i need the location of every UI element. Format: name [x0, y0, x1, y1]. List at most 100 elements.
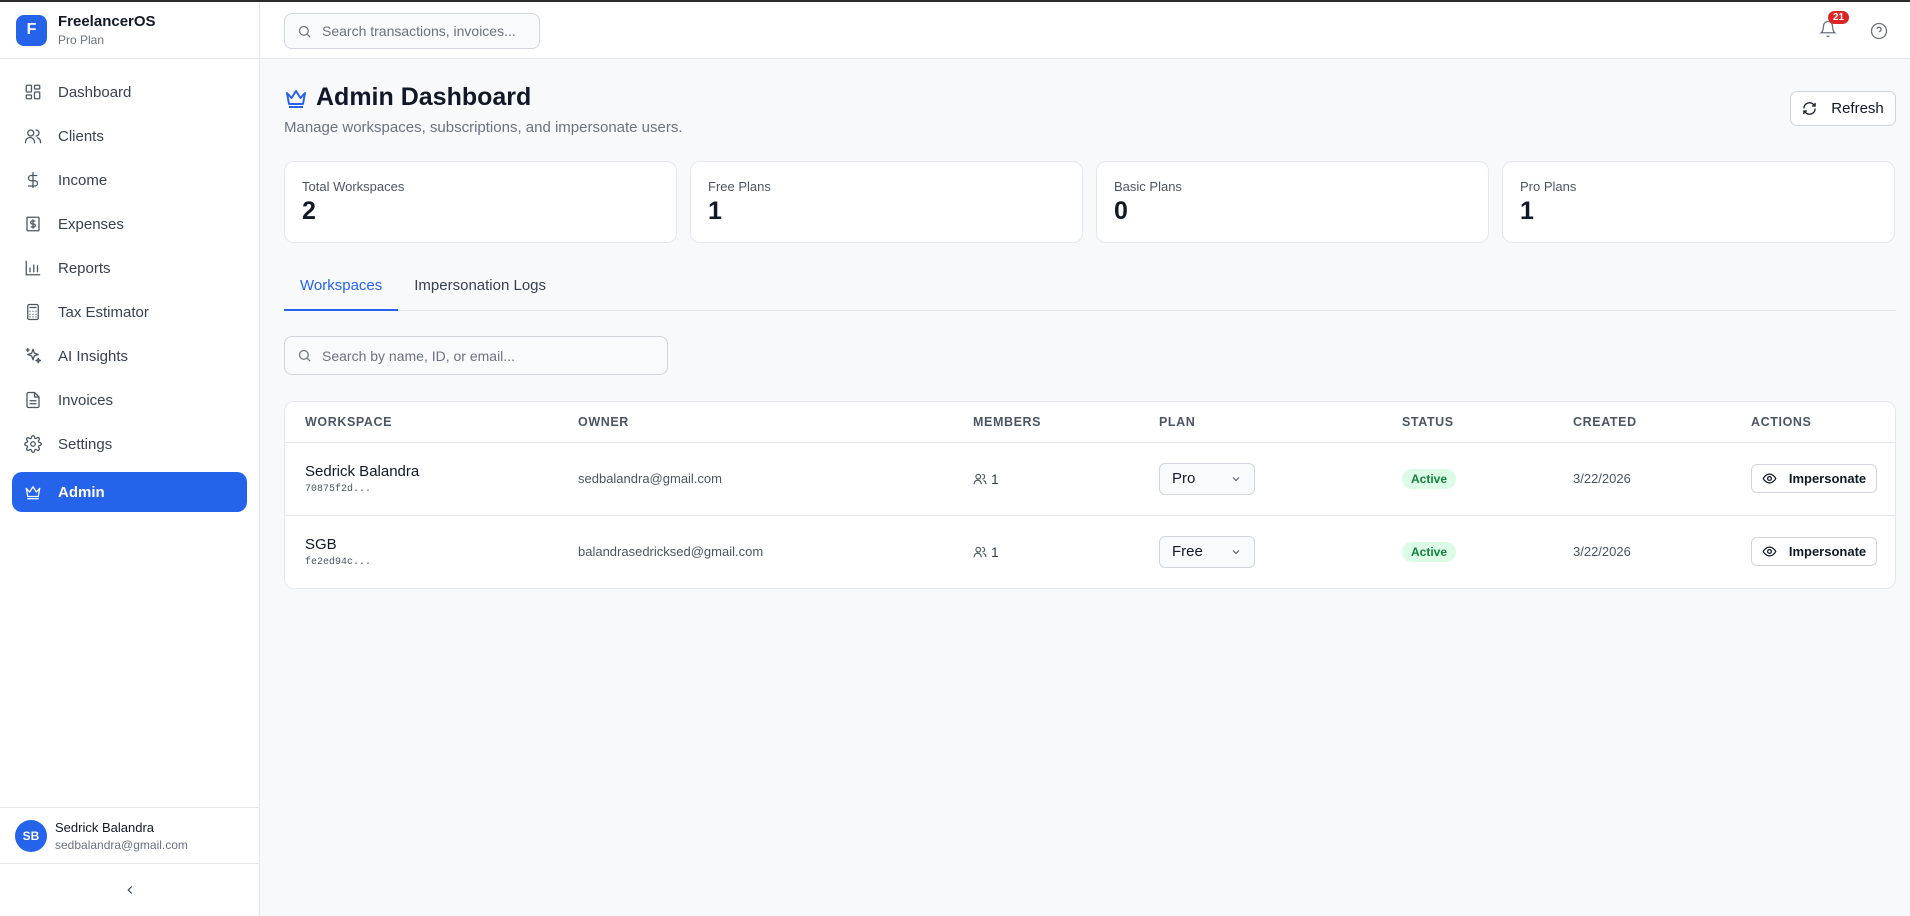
- workspace-id: 70875f2d...: [305, 483, 372, 495]
- user-profile[interactable]: SB Sedrick Balandra sedbalandra@gmail.co…: [0, 807, 259, 864]
- sidebar-item-label: Dashboard: [58, 83, 132, 101]
- stat-label: Free Plans: [708, 179, 771, 194]
- crown-icon: [286, 89, 306, 108]
- workspace-id: fe2ed94c...: [305, 556, 372, 568]
- main-content: Admin Dashboard Manage workspaces, subsc…: [284, 59, 1896, 589]
- sidebar-item-clients[interactable]: Clients: [12, 116, 247, 156]
- sidebar-item-invoices[interactable]: Invoices: [12, 380, 247, 420]
- plan-select[interactable]: Pro: [1159, 462, 1255, 495]
- sidebar-item-ai-insights[interactable]: AI Insights: [12, 336, 247, 376]
- column-header-members: MEMBERS: [953, 402, 1139, 443]
- sparkles-icon: [24, 347, 42, 365]
- help-icon: [1870, 22, 1888, 40]
- user-email: sedbalandra@gmail.com: [55, 837, 188, 852]
- column-header-status: STATUS: [1382, 402, 1553, 443]
- sidebar-item-tax-estimator[interactable]: Tax Estimator: [12, 292, 247, 332]
- sidebar-nav: Dashboard Clients Income Expenses Report…: [0, 59, 259, 512]
- bar-chart-icon: [24, 259, 42, 277]
- sidebar-item-reports[interactable]: Reports: [12, 248, 247, 288]
- column-header-owner: OWNER: [558, 402, 953, 443]
- sidebar-item-label: Expenses: [58, 215, 124, 233]
- grid-icon: [24, 83, 42, 101]
- sidebar: F FreelancerOS Pro Plan Dashboard Client…: [0, 2, 260, 916]
- workspace-owner: balandrasedricksed@gmail.com: [578, 544, 764, 560]
- chevron-left-icon: [126, 886, 132, 894]
- sidebar-item-dashboard[interactable]: Dashboard: [12, 72, 247, 112]
- sidebar-item-income[interactable]: Income: [12, 160, 247, 200]
- crown-icon: [24, 483, 42, 501]
- notifications-button[interactable]: 21: [1819, 11, 1850, 40]
- plan-select-value: Pro: [1172, 470, 1196, 487]
- plan-select[interactable]: Free: [1159, 535, 1255, 568]
- global-search-input[interactable]: [322, 23, 532, 39]
- file-icon: [24, 391, 42, 409]
- page-title-text: Admin Dashboard: [316, 83, 532, 111]
- workspace-owner: sedbalandra@gmail.com: [558, 442, 953, 516]
- members-count: 1: [973, 544, 1139, 560]
- brand-name: FreelancerOS: [58, 13, 156, 30]
- users-icon: [973, 473, 987, 484]
- chevron-down-icon: [1232, 476, 1240, 481]
- impersonate-button[interactable]: Impersonate: [1751, 537, 1877, 567]
- stat-label: Total Workspaces: [302, 179, 405, 194]
- members-count: 1: [973, 471, 1139, 487]
- impersonate-button[interactable]: Impersonate: [1751, 464, 1877, 493]
- chevron-down-icon: [1232, 549, 1240, 554]
- receipt-icon: [24, 215, 42, 233]
- help-button[interactable]: [1870, 22, 1888, 40]
- global-search[interactable]: [284, 13, 540, 49]
- stats-row: Total Workspaces 2 Free Plans 1 Basic Pl…: [284, 161, 1896, 243]
- user-name: Sedrick Balandra: [55, 819, 154, 835]
- eye-icon: [1762, 473, 1777, 484]
- workspace-search[interactable]: [284, 336, 668, 375]
- refresh-icon: [1803, 102, 1816, 115]
- stat-value: 0: [1114, 197, 1128, 225]
- users-icon: [973, 546, 987, 557]
- page-title: Admin Dashboard: [284, 83, 531, 112]
- stat-card-basic-plans: Basic Plans 0: [1096, 161, 1489, 243]
- gear-icon: [24, 435, 42, 453]
- avatar: SB: [15, 819, 47, 852]
- workspace-search-input[interactable]: [322, 347, 652, 364]
- collapse-sidebar-button[interactable]: [0, 864, 259, 916]
- stat-label: Basic Plans: [1114, 179, 1182, 194]
- brand[interactable]: F FreelancerOS Pro Plan: [0, 2, 259, 59]
- stat-label: Pro Plans: [1520, 179, 1577, 194]
- sidebar-item-label: Settings: [58, 435, 113, 453]
- created-date: 3/22/2026: [1553, 442, 1731, 516]
- sidebar-item-label: Income: [58, 171, 108, 189]
- eye-icon: [1762, 546, 1777, 557]
- sidebar-item-admin[interactable]: Admin: [12, 472, 247, 512]
- sidebar-item-label: AI Insights: [58, 347, 129, 365]
- brand-logo: F: [16, 14, 47, 46]
- table-row: SGB fe2ed94c... balandrasedricksed@gmail…: [285, 515, 1895, 588]
- stat-value: 1: [1520, 197, 1534, 225]
- workspace-name: Sedrick Balandra: [305, 462, 420, 480]
- workspaces-table: WORKSPACE OWNER MEMBERS PLAN STATUS CREA…: [284, 401, 1896, 589]
- tab-workspaces[interactable]: Workspaces: [284, 269, 399, 311]
- users-icon: [24, 127, 42, 145]
- topbar: 21: [260, 2, 1910, 59]
- impersonate-label: Impersonate: [1788, 544, 1867, 560]
- sidebar-item-settings[interactable]: Settings: [12, 424, 247, 464]
- sidebar-item-label: Tax Estimator: [58, 303, 149, 321]
- members-value: 1: [991, 470, 999, 487]
- column-header-plan: PLAN: [1139, 402, 1382, 443]
- tab-impersonation-logs[interactable]: Impersonation Logs: [398, 269, 562, 311]
- refresh-label: Refresh: [1831, 100, 1884, 117]
- column-header-actions: ACTIONS: [1731, 402, 1895, 443]
- status-badge: Active: [1402, 468, 1457, 489]
- status-badge: Active: [1402, 541, 1457, 562]
- sidebar-item-label: Reports: [58, 259, 111, 277]
- table-header-row: WORKSPACE OWNER MEMBERS PLAN STATUS CREA…: [285, 402, 1895, 443]
- impersonate-label: Impersonate: [1788, 471, 1867, 486]
- plan-select-value: Free: [1172, 543, 1203, 561]
- sidebar-item-expenses[interactable]: Expenses: [12, 204, 247, 244]
- workspace-name: SGB: [305, 535, 337, 553]
- sidebar-item-label: Invoices: [58, 391, 114, 409]
- column-header-created: CREATED: [1553, 402, 1731, 443]
- sidebar-item-label: Admin: [58, 483, 105, 501]
- search-icon: [298, 25, 311, 38]
- refresh-button[interactable]: Refresh: [1790, 91, 1896, 126]
- created-date: 3/22/2026: [1573, 544, 1631, 560]
